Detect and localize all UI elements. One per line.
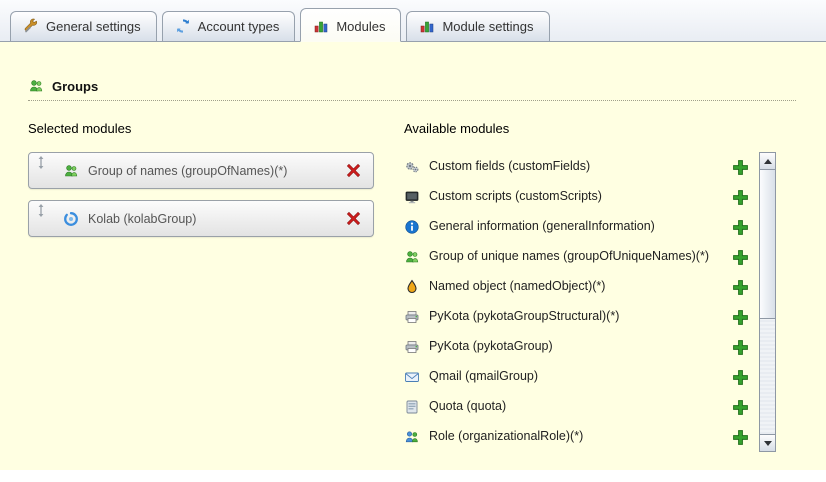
info-icon [404, 219, 420, 235]
drag-handle-icon [37, 153, 47, 174]
available-module-row: PyKota (pykotaGroupStructural)(*) [404, 302, 759, 332]
printer-icon [404, 339, 420, 355]
available-module-label: General information (generalInformation) [429, 219, 726, 235]
module-settings-icon [419, 18, 435, 34]
available-module-label: Custom fields (customFields) [429, 159, 726, 175]
tab-label: Account types [198, 19, 280, 34]
selected-modules-heading: Selected modules [28, 121, 374, 136]
available-module-row: Custom scripts (customScripts) [404, 182, 759, 212]
delete-icon[interactable] [344, 161, 363, 180]
available-modules-column: Available modules Custom fields (customF… [404, 115, 776, 452]
tab-label: Modules [336, 19, 385, 34]
available-modules-wrap: Custom fields (customFields) Custom scrip… [404, 152, 776, 452]
vertical-scrollbar[interactable] [759, 152, 776, 452]
add-icon[interactable] [732, 309, 749, 326]
named-object-icon [404, 279, 420, 295]
selected-modules-column: Selected modules Group of names (groupOf… [28, 115, 374, 452]
add-icon[interactable] [732, 279, 749, 296]
section-header: Groups [28, 42, 796, 101]
groups-icon [28, 78, 44, 94]
selected-module-label: Kolab (kolabGroup) [88, 212, 344, 226]
scroll-up-icon [764, 159, 772, 164]
selected-module-row[interactable]: Group of names (groupOfNames)(*) [28, 152, 374, 189]
available-module-label: PyKota (pykotaGroup) [429, 339, 726, 355]
group-icon [63, 163, 79, 179]
printer-icon [404, 309, 420, 325]
available-module-label: Role (organizationalRole)(*) [429, 429, 726, 445]
role-icon [404, 429, 420, 445]
available-module-row: Role (organizationalRole)(*) [404, 422, 759, 452]
available-module-row: Custom fields (customFields) [404, 152, 759, 182]
available-module-label: PyKota (pykotaGroupStructural)(*) [429, 309, 726, 325]
add-icon[interactable] [732, 399, 749, 416]
add-icon[interactable] [732, 219, 749, 236]
available-module-row: Quota (quota) [404, 392, 759, 422]
available-module-row: Named object (namedObject)(*) [404, 272, 759, 302]
add-icon[interactable] [732, 429, 749, 446]
mail-icon [404, 369, 420, 385]
available-module-label: Group of unique names (groupOfUniqueName… [429, 249, 726, 265]
scroll-up-button[interactable] [760, 153, 775, 170]
add-icon[interactable] [732, 249, 749, 266]
lam-configuration-window: General settings Account types Modules Modu… [0, 0, 826, 482]
delete-icon[interactable] [344, 209, 363, 228]
available-modules-heading: Available modules [404, 121, 776, 136]
selected-module-row[interactable]: Kolab (kolabGroup) [28, 200, 374, 237]
page-title: Groups [52, 79, 98, 94]
account-types-icon [175, 18, 191, 34]
tab-label: General settings [46, 19, 141, 34]
content-area: Groups Selected modules Group of names (… [0, 42, 826, 470]
add-icon[interactable] [732, 369, 749, 386]
add-icon[interactable] [732, 339, 749, 356]
available-module-row: PyKota (pykotaGroup) [404, 332, 759, 362]
custom-scripts-icon [404, 189, 420, 205]
tab-label: Module settings [442, 19, 533, 34]
scroll-down-icon [764, 441, 772, 446]
scrollbar-track[interactable] [760, 170, 775, 434]
available-module-row: Group of unique names (groupOfUniqueName… [404, 242, 759, 272]
available-module-row: Qmail (qmailGroup) [404, 362, 759, 392]
available-module-label: Custom scripts (customScripts) [429, 189, 726, 205]
quota-icon [404, 399, 420, 415]
tab-bar: General settings Account types Modules Modu… [0, 0, 826, 42]
kolab-icon [63, 211, 79, 227]
available-module-row: General information (generalInformation) [404, 212, 759, 242]
available-module-label: Quota (quota) [429, 399, 726, 415]
selected-modules-list: Group of names (groupOfNames)(*) Kolab (k… [28, 152, 374, 237]
group-icon [404, 249, 420, 265]
available-module-label: Named object (namedObject)(*) [429, 279, 726, 295]
tab-module-settings[interactable]: Module settings [406, 11, 549, 41]
available-modules-list: Custom fields (customFields) Custom scrip… [404, 152, 759, 452]
scrollbar-thumb[interactable] [760, 170, 775, 319]
scroll-down-button[interactable] [760, 434, 775, 451]
tab-modules[interactable]: Modules [300, 8, 401, 42]
drag-handle-icon [37, 201, 47, 222]
tab-general-settings[interactable]: General settings [10, 11, 157, 41]
add-icon[interactable] [732, 189, 749, 206]
modules-columns: Selected modules Group of names (groupOf… [28, 115, 826, 452]
selected-module-label: Group of names (groupOfNames)(*) [88, 164, 344, 178]
modules-icon [313, 18, 329, 34]
tools-icon [23, 18, 39, 34]
tab-account-types[interactable]: Account types [162, 11, 296, 41]
available-module-label: Qmail (qmailGroup) [429, 369, 726, 385]
add-icon[interactable] [732, 159, 749, 176]
custom-fields-icon [404, 159, 420, 175]
